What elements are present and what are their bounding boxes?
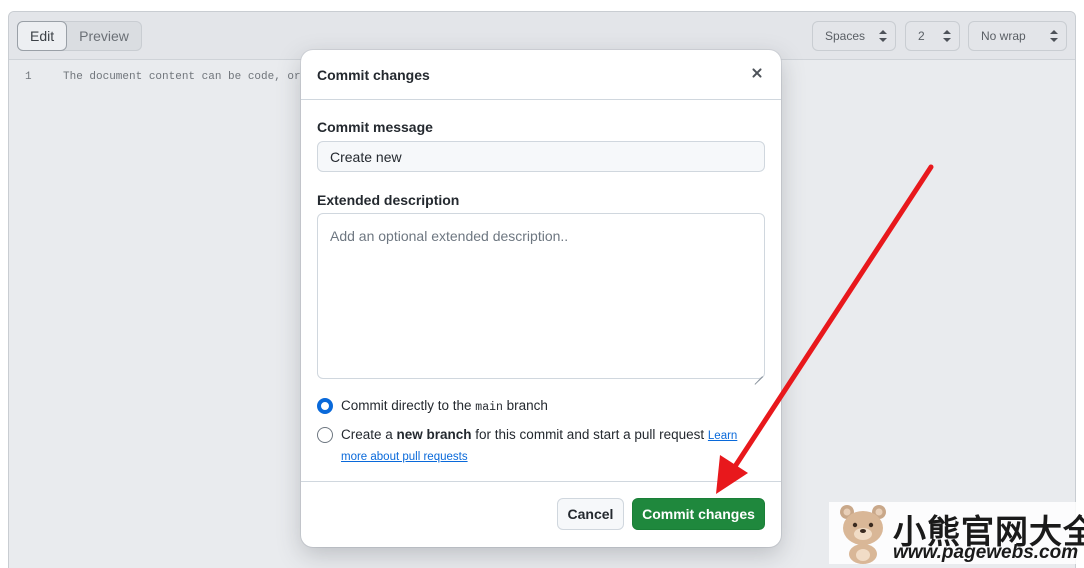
dialog-title: Commit changes (317, 67, 430, 83)
extended-description-wrapper (301, 213, 781, 379)
updown-chevron-icon (943, 30, 951, 42)
indent-mode-value: Spaces (825, 29, 866, 43)
commit-changes-button[interactable]: Commit changes (632, 498, 765, 530)
indent-size-value: 2 (918, 29, 925, 43)
edit-preview-tabs: Edit Preview (17, 21, 142, 51)
close-icon[interactable] (749, 65, 765, 81)
commit-dialog: Commit changes Commit message Extended d… (301, 50, 781, 547)
commit-message-input[interactable] (317, 141, 765, 172)
branch-name: main (475, 401, 503, 414)
dialog-footer: Cancel Commit changes (301, 481, 781, 547)
watermark: 小熊官网大全 www.pagewebs.com (829, 502, 1084, 564)
commit-message-label: Commit message (317, 119, 433, 135)
option-new-suffix: for this commit and start a pull request (471, 427, 708, 442)
option-new-bold: new branch (396, 427, 472, 442)
wrap-mode-select[interactable]: No wrap (968, 21, 1067, 51)
option-direct-suffix: branch (502, 398, 548, 413)
bear-logo-icon (840, 505, 886, 564)
wrap-mode-value: No wrap (981, 29, 1026, 43)
tab-preview[interactable]: Preview (67, 22, 141, 50)
cancel-button[interactable]: Cancel (557, 498, 624, 530)
option-new-prefix: Create a (341, 427, 397, 442)
option-commit-direct-label: Commit directly to the main branch (341, 396, 765, 418)
line-number: 1 (25, 71, 32, 83)
dialog-header: Commit changes (301, 50, 781, 100)
tab-edit[interactable]: Edit (17, 21, 68, 51)
extended-description-textarea[interactable] (317, 213, 765, 379)
radio-commit-direct[interactable] (317, 398, 333, 414)
indent-size-select[interactable]: 2 (905, 21, 960, 51)
line-content: The document content can be code, or (63, 71, 301, 83)
option-new-branch[interactable]: Create a new branch for this commit and … (317, 425, 765, 467)
indent-mode-select[interactable]: Spaces (812, 21, 896, 51)
option-direct-prefix: Commit directly to the (341, 398, 476, 413)
updown-chevron-icon (879, 30, 887, 42)
resize-handle-icon[interactable] (754, 368, 763, 377)
updown-chevron-icon (1050, 30, 1058, 42)
watermark-url: www.pagewebs.com (893, 542, 1079, 563)
extended-description-label: Extended description (317, 192, 460, 208)
radio-new-branch[interactable] (317, 427, 333, 443)
option-commit-direct[interactable]: Commit directly to the main branch (317, 396, 765, 418)
option-new-branch-label: Create a new branch for this commit and … (341, 425, 765, 467)
